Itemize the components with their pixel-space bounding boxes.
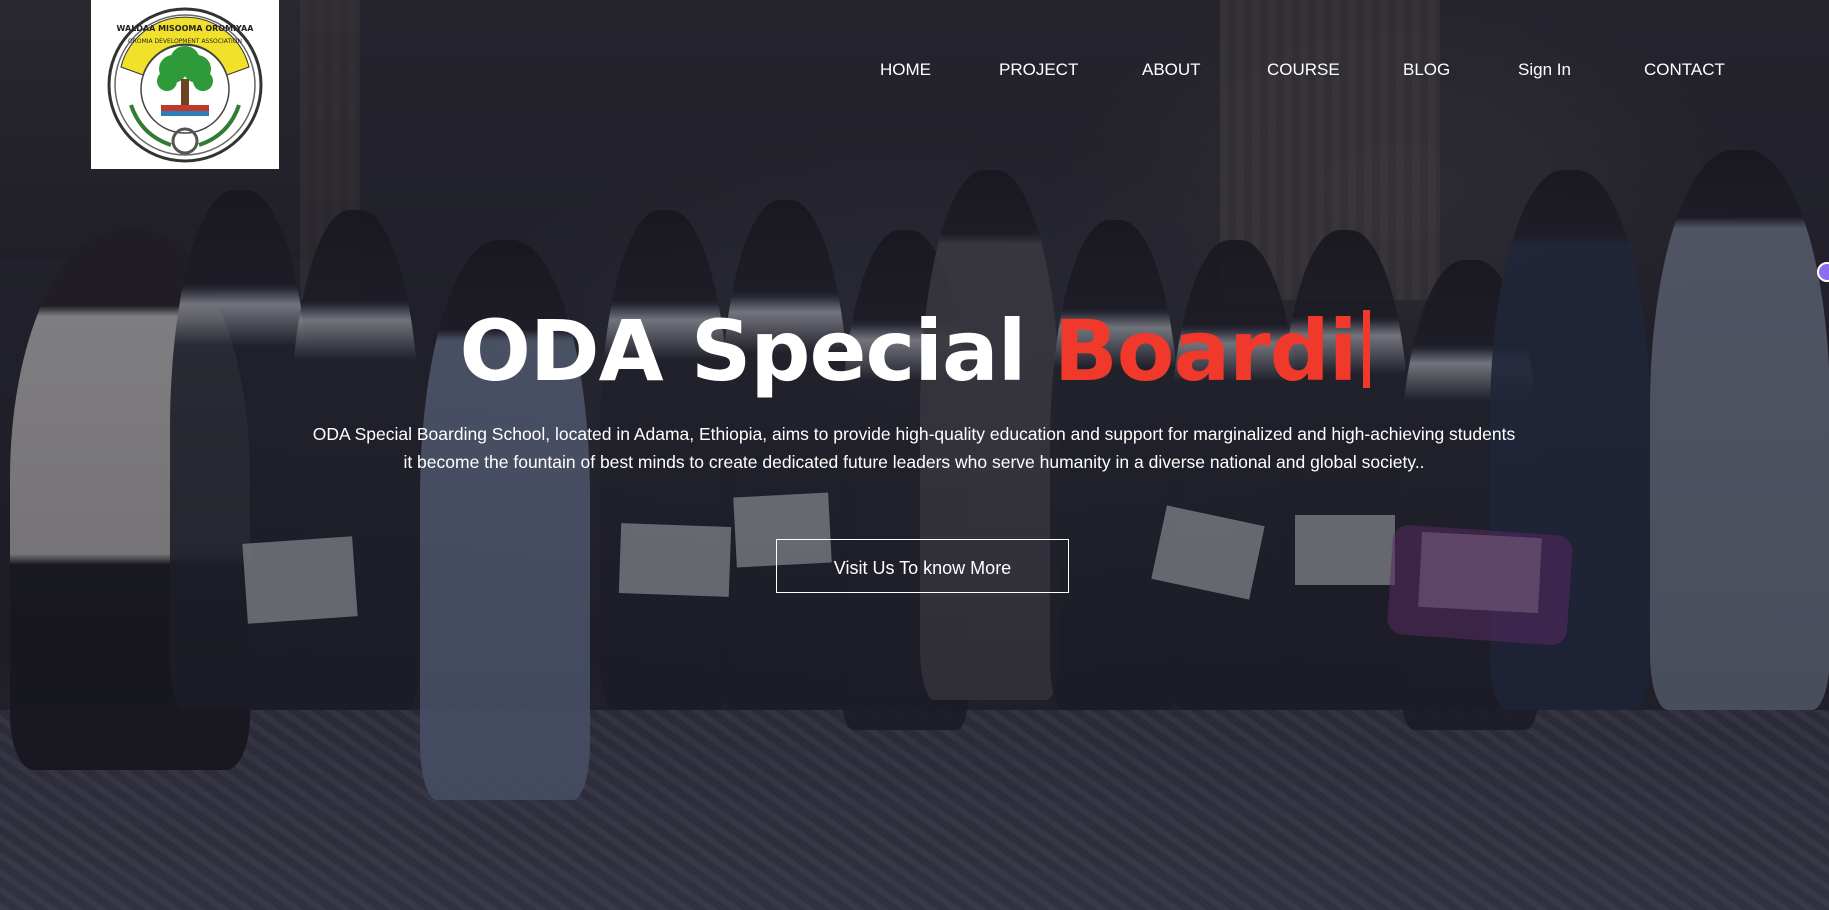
nav-contact[interactable]: CONTACT — [1644, 56, 1725, 84]
headline-typed-text: Boardi — [1053, 302, 1358, 400]
logo-text-top: WALDAA MISOOMA OROMIYAA — [117, 24, 255, 33]
visit-us-button[interactable]: Visit Us To know More — [776, 539, 1069, 593]
headline-static-text: ODA Special — [459, 302, 1054, 400]
organization-emblem-icon: WALDAA MISOOMA OROMIYAA OROMIA DEVELOPME… — [107, 7, 263, 162]
nav-about[interactable]: ABOUT — [1142, 56, 1201, 84]
hero-section: WALDAA MISOOMA OROMIYAA OROMIA DEVELOPME… — [0, 0, 1829, 910]
logo-text-sub: OROMIA DEVELOPMENT ASSOCIATION — [128, 38, 242, 45]
nav-course[interactable]: COURSE — [1267, 56, 1340, 84]
description-line: it become the fountain of best minds to … — [403, 452, 1425, 472]
main-navigation: HOME PROJECT ABOUT COURSE BLOG Sign In C… — [0, 56, 1829, 84]
nav-sign-in[interactable]: Sign In — [1518, 56, 1571, 84]
typing-cursor — [1362, 310, 1370, 388]
nav-home[interactable]: HOME — [880, 56, 931, 84]
nav-blog[interactable]: BLOG — [1403, 56, 1450, 84]
hero-description: ODA Special Boarding School, located in … — [214, 420, 1614, 476]
nav-project[interactable]: PROJECT — [999, 56, 1078, 84]
site-logo[interactable]: WALDAA MISOOMA OROMIYAA OROMIA DEVELOPME… — [91, 0, 279, 169]
description-line: ODA Special Boarding School, located in … — [312, 424, 1516, 444]
hero-headline: ODA Special Boardi — [0, 296, 1829, 406]
